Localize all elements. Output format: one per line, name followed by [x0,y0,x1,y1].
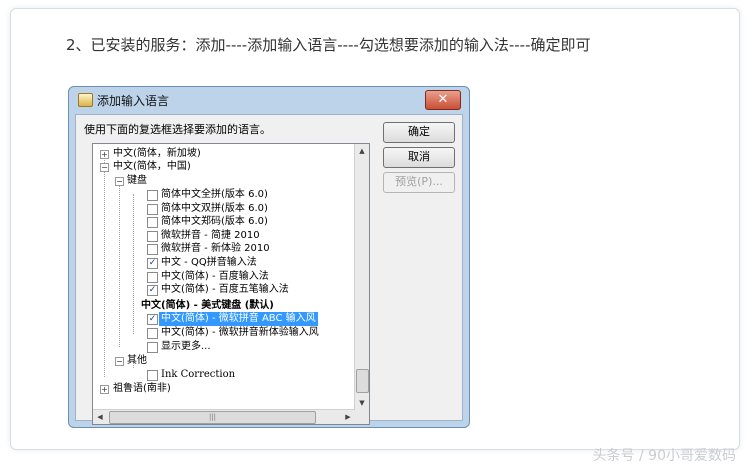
add-input-language-dialog: 添加输入语言 ✕ 使用下面的复选框选择要添加的语言。 确定 取消 预览(P)..… [68,86,470,428]
vertical-scrollbar[interactable]: ▲ ▼ [354,144,369,410]
step-caption: 2、已安装的服务：添加----添加输入语言----勾选想要添加的输入法----确… [66,36,591,54]
expand-icon[interactable]: + [100,150,109,159]
checkbox[interactable] [147,244,158,256]
checkbox[interactable]: ✓ [147,314,158,325]
checkbox[interactable] [147,203,158,215]
close-button[interactable]: ✕ [425,90,461,110]
instruction-text: 使用下面的复选框选择要添加的语言。 [84,123,271,136]
checkbox[interactable] [147,342,158,353]
checkbox[interactable] [147,230,158,242]
horizontal-scroll-thumb[interactable]: ||| [109,411,316,424]
horizontal-scrollbar[interactable]: ◀ ||| ▶ [93,409,355,424]
checkbox[interactable] [147,370,158,381]
dialog-body: 使用下面的复选框选择要添加的语言。 确定 取消 预览(P)... + 中文(简体… [75,114,463,425]
checkbox[interactable] [147,217,158,229]
collapse-icon[interactable]: − [115,177,124,186]
cancel-button[interactable]: 取消 [383,147,455,168]
preview-button[interactable]: 预览(P)... [383,172,455,193]
tree-line [104,154,105,377]
checkbox[interactable] [147,327,158,339]
language-tree[interactable]: + 中文(简体，新加坡) − 中文(简体，中国) − 键盘 简体中文全拼(版本 … [92,143,370,425]
tree-line [119,181,120,347]
collapse-icon[interactable]: − [115,357,124,366]
keyboard-icon [78,93,93,107]
tree-line [133,194,134,334]
scroll-right-arrow-icon[interactable]: ▶ [341,410,355,424]
expand-icon[interactable]: + [100,385,109,394]
checkbox[interactable] [147,190,158,201]
scrollbar-corner [355,410,369,424]
scroll-up-arrow-icon[interactable]: ▲ [355,144,369,158]
checkbox[interactable]: ✓ [147,258,158,269]
scroll-down-arrow-icon[interactable]: ▼ [355,396,369,410]
title-bar[interactable]: 添加输入语言 ✕ [69,87,469,113]
dialog-title: 添加输入语言 [97,94,170,108]
checkbox[interactable] [147,271,158,283]
ok-button[interactable]: 确定 [383,122,455,143]
scroll-left-arrow-icon[interactable]: ◀ [93,410,107,424]
vertical-scroll-thumb[interactable] [356,369,369,393]
watermark: 头条号 / 90小哥爱数码 [592,448,736,464]
collapse-icon[interactable]: − [100,163,109,172]
checkbox[interactable]: ✓ [147,285,158,297]
